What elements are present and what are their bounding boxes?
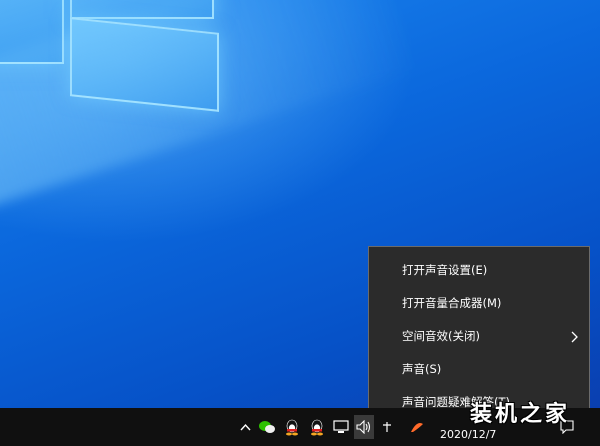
menu-item-spatial-sound[interactable]: 空间音效(关闭)	[369, 320, 589, 353]
menu-item-label: 打开音量合成器(M)	[402, 296, 502, 310]
watermark: 装机之家	[470, 401, 571, 427]
volume-icon[interactable]	[354, 415, 374, 439]
wechat-icon[interactable]	[258, 418, 276, 436]
menu-item-open-volume-mixer[interactable]: 打开音量合成器(M)	[369, 287, 589, 320]
input-method-icon[interactable]	[380, 418, 394, 436]
windows-logo-pane	[0, 0, 64, 64]
windows-logo-pane	[70, 0, 214, 19]
windows-logo-pane	[70, 17, 219, 112]
qq-icon[interactable]	[308, 418, 326, 436]
qq-icon[interactable]	[283, 418, 301, 436]
chevron-up-icon[interactable]	[238, 418, 252, 436]
menu-item-label: 空间音效(关闭)	[402, 329, 480, 343]
network-icon[interactable]	[332, 418, 350, 436]
chevron-right-icon	[571, 320, 579, 353]
menu-item-label: 声音(S)	[402, 362, 442, 376]
app-icon[interactable]	[408, 418, 426, 436]
windows-logo	[0, 0, 240, 112]
clock-date[interactable]: 2020/12/7	[440, 428, 496, 441]
volume-context-menu: 打开声音设置(E) 打开音量合成器(M) 空间音效(关闭) 声音(S) 声音问题…	[368, 246, 590, 414]
menu-item-label: 打开声音设置(E)	[402, 263, 488, 277]
menu-item-open-sound-settings[interactable]: 打开声音设置(E)	[369, 254, 589, 287]
menu-item-sounds[interactable]: 声音(S)	[369, 353, 589, 386]
